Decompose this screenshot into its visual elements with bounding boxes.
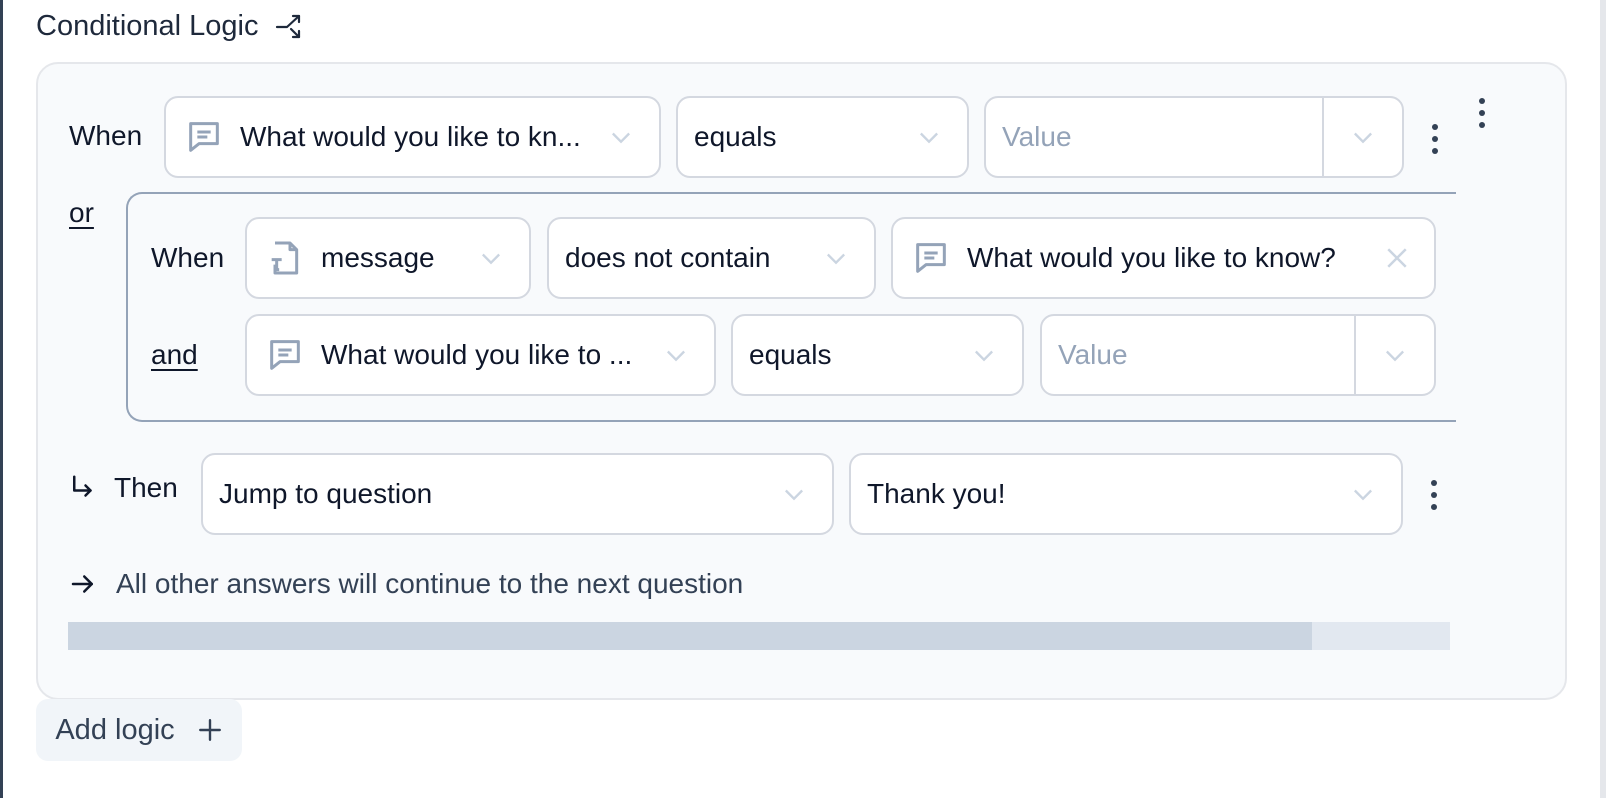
arrow-right-icon [71, 575, 93, 593]
chevron-down-icon [1354, 489, 1372, 501]
group-condition-2-question-value: What would you like to ... [321, 339, 633, 370]
then-action-value: Jump to question [219, 478, 433, 509]
group-condition-2-value-placeholder[interactable]: Value [1042, 339, 1354, 371]
dot [1479, 98, 1485, 104]
chevron-down-icon [785, 489, 803, 501]
condition-1-question-value: What would you like to kn... [240, 121, 581, 152]
group-condition-1-value: What would you like to know? [967, 242, 1336, 273]
dot [1479, 122, 1485, 128]
or-connector[interactable]: or [69, 197, 94, 229]
then-label: Then [114, 472, 178, 503]
dot [1431, 480, 1437, 486]
condition-1-menu-button[interactable] [1430, 124, 1440, 154]
horizontal-scrollbar[interactable] [68, 622, 1450, 650]
section-title: Conditional Logic [36, 10, 259, 42]
condition-1-operator-select[interactable]: equals [676, 96, 969, 178]
chat-bubble-icon [270, 340, 300, 370]
chevron-down-icon [482, 253, 500, 265]
scrollbar-thumb[interactable] [68, 622, 1312, 650]
dot [1431, 492, 1437, 498]
add-logic-label: Add logic [55, 713, 175, 746]
condition-1-operator-value: equals [694, 121, 777, 152]
dot [1432, 124, 1438, 130]
dot [1432, 148, 1438, 154]
condition-1-value-combobox[interactable]: Value [984, 96, 1404, 178]
chevron-down-icon [1386, 350, 1404, 362]
group-when-label: When [151, 242, 225, 273]
dot [1432, 136, 1438, 142]
section-header: Conditional Logic [36, 10, 306, 43]
condition-1-question-select[interactable]: What would you like to kn... [164, 96, 661, 178]
plus-icon [198, 719, 221, 741]
group-condition-2-operator-select[interactable]: equals [731, 314, 1024, 396]
chevron-down-icon [827, 253, 845, 265]
chevron-down-icon [612, 132, 630, 144]
group-condition-1-question-select[interactable]: message [245, 217, 531, 299]
chat-bubble-icon [916, 243, 946, 273]
group-condition-2-question-select[interactable]: What would you like to ... [245, 314, 716, 396]
clear-icon[interactable] [1382, 243, 1412, 273]
group-condition-2-operator-value: equals [749, 339, 832, 370]
chevron-down-icon [1354, 132, 1372, 144]
and-connector[interactable]: and [151, 339, 198, 371]
group-condition-2-value-combobox[interactable]: Value [1040, 314, 1436, 396]
fallback-info: All other answers will continue to the n… [68, 568, 743, 600]
rule-menu-button[interactable] [1477, 98, 1487, 128]
fallback-text: All other answers will continue to the n… [116, 568, 744, 599]
then-target-select[interactable]: Thank you! [849, 453, 1403, 535]
right-scrollbar[interactable] [1600, 0, 1606, 798]
add-logic-button[interactable]: Add logic [36, 699, 242, 761]
group-condition-1-operator-select[interactable]: does not contain [547, 217, 876, 299]
chevron-down-icon [975, 350, 993, 362]
turn-down-right-arrow-icon [73, 475, 92, 497]
group-condition-1-operator-value: does not contain [565, 242, 771, 273]
split-arrow-icon [276, 14, 301, 38]
then-row: Then [68, 472, 178, 504]
when-label: When [69, 120, 143, 151]
group-condition-2-value-dropdown-toggle[interactable] [1356, 341, 1434, 369]
group-condition-1-question-value: message [321, 242, 435, 273]
group-condition-1-value-field[interactable]: What would you like to know? [891, 217, 1436, 299]
text-file-icon [271, 241, 299, 275]
then-action-select[interactable]: Jump to question [201, 453, 834, 535]
chevron-down-icon [920, 132, 938, 144]
dot [1431, 504, 1437, 510]
left-panel-border [0, 0, 3, 798]
condition-1-value-dropdown-toggle[interactable] [1324, 123, 1402, 151]
dot [1479, 110, 1485, 116]
then-menu-button[interactable] [1429, 480, 1439, 510]
then-target-value: Thank you! [867, 478, 1006, 509]
condition-1-value-placeholder[interactable]: Value [986, 121, 1322, 153]
chat-bubble-icon [189, 122, 219, 152]
chevron-down-icon [667, 350, 685, 362]
